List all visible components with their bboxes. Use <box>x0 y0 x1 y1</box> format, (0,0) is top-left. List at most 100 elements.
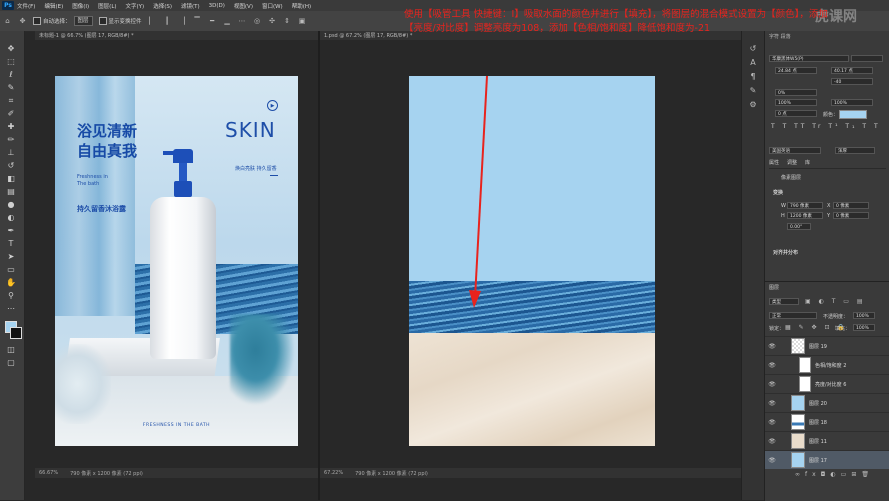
baseline-shift-field[interactable]: 0 点 <box>775 110 817 117</box>
font-family-select[interactable]: 华康黑体W5(P) <box>769 55 849 62</box>
transform-section-title[interactable]: 变换 <box>773 189 783 196</box>
delete-layer-icon[interactable]: 🗑 <box>861 471 874 478</box>
path-select-icon[interactable]: ➤ <box>4 251 18 262</box>
show-transform-option[interactable]: 显示变换控件 <box>96 16 145 27</box>
menu-type[interactable]: 文字(Y) <box>126 2 145 10</box>
background-color-swatch[interactable] <box>10 327 22 339</box>
auto-select-checkbox[interactable] <box>33 17 41 25</box>
link-layers-icon[interactable]: ∞ <box>795 471 805 478</box>
align-left-icon[interactable]: ▏ <box>148 17 157 26</box>
tool-presets-icon[interactable]: ⚙ <box>747 99 759 109</box>
eraser-tool-icon[interactable]: ◧ <box>4 173 18 184</box>
more-tools-icon[interactable]: ⋯ <box>4 303 18 314</box>
text-style-buttons[interactable]: T T TT Tr T¹ T₁ T T <box>771 123 881 130</box>
leading-field[interactable]: 40.17 点 <box>831 67 873 74</box>
visibility-eye-icon[interactable]: 👁 <box>767 400 777 407</box>
menu-edit[interactable]: 编辑(E) <box>44 2 63 10</box>
history-panel-icon[interactable]: ↺ <box>747 43 759 53</box>
stamp-tool-icon[interactable]: ⊥ <box>4 147 18 158</box>
quick-select-icon[interactable]: ✎ <box>4 82 18 93</box>
pen-tool-icon[interactable]: ✒ <box>4 225 18 236</box>
auto-select-dropdown[interactable]: 图层 <box>73 16 93 26</box>
transform-angle-field[interactable]: 0.00° <box>787 223 811 230</box>
layer-filter-icons[interactable]: ▣ ◐ T ▭ ▤ <box>805 298 866 305</box>
lasso-tool-icon[interactable]: ℓ <box>4 69 18 80</box>
menu-window[interactable]: 窗口(W) <box>262 2 283 10</box>
align-section-title[interactable]: 对齐并分布 <box>773 249 798 256</box>
align-top-icon[interactable]: ▔ <box>193 17 202 26</box>
visibility-eye-icon[interactable]: 👁 <box>767 362 777 369</box>
healing-brush-icon[interactable]: ✚ <box>4 121 18 132</box>
visibility-eye-icon[interactable]: 👁 <box>767 343 777 350</box>
align-middle-icon[interactable]: ━ <box>208 17 217 26</box>
visibility-eye-icon[interactable]: 👁 <box>767 457 777 464</box>
tab-libraries[interactable]: 库 <box>805 159 810 166</box>
tracking-field[interactable]: -40 <box>831 78 873 85</box>
3d-slide-icon[interactable]: ⇕ <box>283 17 292 26</box>
3d-rotate-icon[interactable]: ✣ <box>268 17 277 26</box>
paragraph-panel-icon[interactable]: ¶ <box>747 71 759 81</box>
marquee-tool-icon[interactable]: ⬚ <box>4 56 18 67</box>
tab-adjustments[interactable]: 调整 <box>787 159 797 166</box>
align-right-icon[interactable]: ▕ <box>178 17 187 26</box>
character-panel-icon[interactable]: A <box>747 57 759 67</box>
transform-h-field[interactable]: 1200 像素 <box>787 212 823 219</box>
antialias-select[interactable]: 浑厚 <box>835 147 875 154</box>
layer-row[interactable]: 👁 色相/饱和度 2 <box>765 355 889 374</box>
layer-row[interactable]: 👁 图层 18 <box>765 412 889 431</box>
blur-tool-icon[interactable]: ● <box>4 199 18 210</box>
document-tab-left[interactable]: 未标题-1 @ 66.7% (图层 17, RGB/8#) * <box>35 31 318 40</box>
menu-view[interactable]: 视图(V) <box>234 2 253 10</box>
move-tool-icon[interactable]: ✥ <box>4 43 18 54</box>
home-icon[interactable]: ⌂ <box>3 17 12 26</box>
screen-mode-icon[interactable]: ▢ <box>4 357 18 368</box>
opacity-field[interactable]: 100% <box>853 312 875 319</box>
menu-layer[interactable]: 图层(L) <box>98 2 116 10</box>
history-brush-icon[interactable]: ↺ <box>4 160 18 171</box>
transform-x-field[interactable]: 0 像素 <box>833 202 869 209</box>
kerning-field[interactable]: 0% <box>775 89 817 96</box>
menu-filter[interactable]: 滤镜(T) <box>181 2 200 10</box>
menu-help[interactable]: 帮助(H) <box>292 2 311 10</box>
brush-panel-icon[interactable]: ✎ <box>747 85 759 95</box>
vertical-scale-field[interactable]: 100% <box>775 99 817 106</box>
canvas-right[interactable] <box>409 76 655 446</box>
zoom-level-right[interactable]: 67.22% <box>324 470 343 476</box>
new-group-icon[interactable]: ▭ <box>841 471 852 478</box>
layer-row[interactable]: 👁 图层 20 <box>765 393 889 412</box>
fx-icon[interactable]: fx <box>805 471 821 478</box>
layer-row[interactable]: 👁 图层 19 <box>765 336 889 355</box>
layer-row-selected[interactable]: 👁 图层 17 <box>765 450 889 469</box>
show-transform-checkbox[interactable] <box>98 17 107 25</box>
layer-row[interactable]: 👁 亮度/对比度 6 <box>765 374 889 393</box>
crop-tool-icon[interactable]: ⌗ <box>4 95 18 106</box>
layer-kind-filter[interactable]: 类型 <box>769 298 799 305</box>
font-size-field[interactable]: 24.84 点 <box>775 67 817 74</box>
visibility-eye-icon[interactable]: 👁 <box>767 419 777 426</box>
fill-field[interactable]: 100% <box>853 324 875 331</box>
tab-properties[interactable]: 属性 <box>769 159 779 166</box>
layer-row[interactable]: 👁 图层 11 <box>765 431 889 450</box>
dodge-tool-icon[interactable]: ◐ <box>4 212 18 223</box>
menu-select[interactable]: 选择(S) <box>153 2 172 10</box>
horizontal-scale-field[interactable]: 100% <box>831 99 873 106</box>
menu-3d[interactable]: 3D(D) <box>209 3 225 9</box>
quick-mask-icon[interactable]: ◫ <box>4 344 18 355</box>
move-tool-icon[interactable]: ✥ <box>18 17 27 26</box>
gradient-tool-icon[interactable]: ▤ <box>4 186 18 197</box>
layers-tab[interactable]: 图层 <box>769 284 779 291</box>
canvas-left[interactable]: 浴见清新 自由真我 Freshness in The bath 持久留香沐浴露 … <box>55 76 298 446</box>
language-select[interactable]: 美国英语 <box>769 147 821 154</box>
shape-tool-icon[interactable]: ▭ <box>4 264 18 275</box>
transform-w-field[interactable]: 790 像素 <box>787 202 823 209</box>
hand-tool-icon[interactable]: ✋ <box>4 277 18 288</box>
text-color-swatch[interactable] <box>839 110 867 119</box>
auto-select-option[interactable]: 自动选择： 图层 <box>30 16 96 27</box>
new-adjustment-icon[interactable]: ◐ <box>830 471 840 478</box>
eyedropper-tool-icon[interactable]: ✐ <box>4 108 18 119</box>
font-style-select[interactable] <box>851 55 883 62</box>
more-options-icon[interactable]: ⋯ <box>238 17 247 26</box>
3d-mode-icon[interactable]: ◎ <box>253 17 262 26</box>
brush-tool-icon[interactable]: ✏ <box>4 134 18 145</box>
type-tool-icon[interactable]: T <box>4 238 18 249</box>
